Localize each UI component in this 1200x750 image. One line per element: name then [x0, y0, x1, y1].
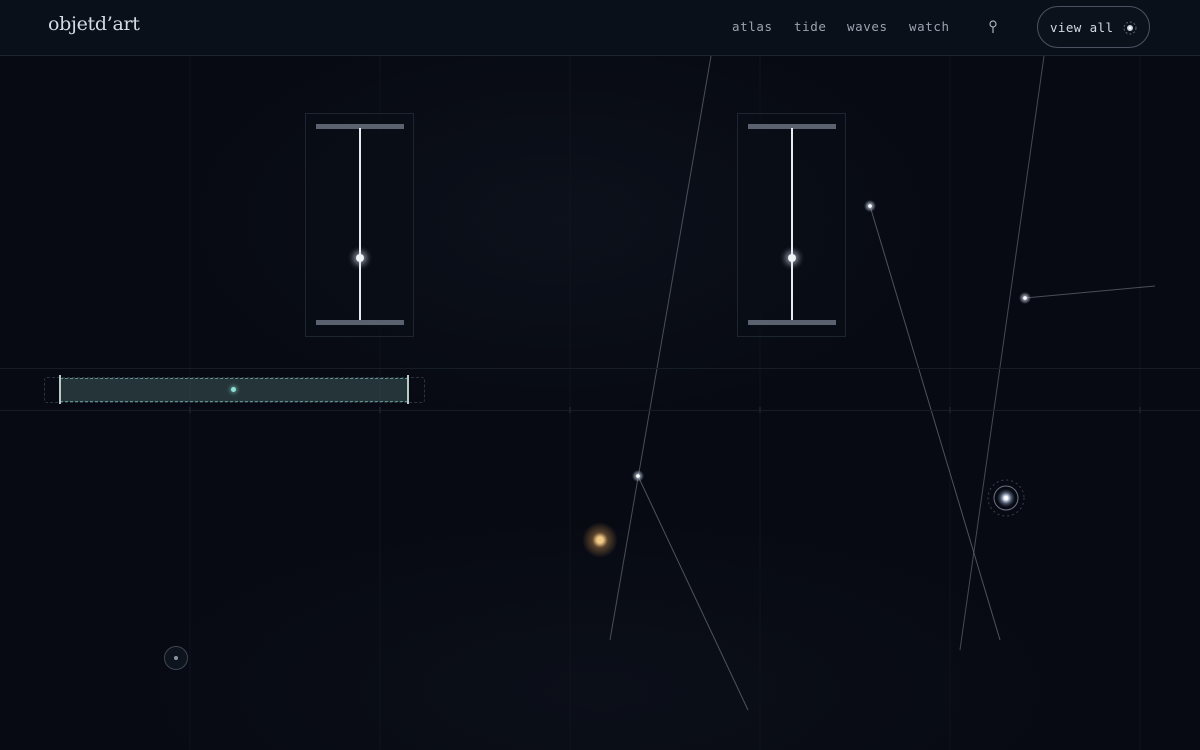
light-streak: [1024, 285, 1156, 299]
gauge-knob[interactable]: [356, 254, 364, 262]
page: objetd’art atlas tide waves watch view a…: [0, 0, 1200, 750]
light-streak: [637, 475, 749, 711]
view-all-button[interactable]: view all: [1037, 6, 1150, 48]
logo[interactable]: objetd’art: [48, 13, 140, 35]
band-bottom-line: [0, 410, 1200, 411]
sparkle-orb-icon: [1123, 21, 1137, 35]
location-pin-icon[interactable]: [987, 19, 999, 35]
nav-tide[interactable]: tide: [794, 19, 827, 34]
star-node-core: [868, 204, 872, 208]
range-end-handle[interactable]: [407, 375, 409, 404]
band-top-line: [0, 368, 1200, 369]
star-node-core: [1023, 296, 1027, 300]
nav-atlas[interactable]: atlas: [732, 19, 773, 34]
nav-waves[interactable]: waves: [847, 19, 888, 34]
gauge-bottom-cap: [316, 320, 404, 325]
gauge-bottom-cap: [748, 320, 836, 325]
gauge-right[interactable]: [737, 113, 846, 337]
gauge-knob[interactable]: [788, 254, 796, 262]
warm-light-marker[interactable]: [582, 522, 618, 558]
orb-marker-icon[interactable]: [986, 478, 1026, 518]
light-streak: [609, 55, 712, 641]
gauge-stem: [359, 128, 361, 324]
star-node-core: [636, 474, 640, 478]
range-center-dot: [231, 387, 236, 392]
light-streak: [959, 55, 1045, 651]
top-bar: objetd’art atlas tide waves watch view a…: [0, 0, 1200, 56]
gauge-stem: [791, 128, 793, 324]
light-streak: [869, 205, 1001, 641]
ring-marker[interactable]: [164, 646, 188, 670]
gauge-left[interactable]: [305, 113, 414, 337]
range-start-handle[interactable]: [59, 375, 61, 404]
scene-canvas: [189, 55, 1156, 750]
view-all-label: view all: [1050, 20, 1114, 35]
nav-watch[interactable]: watch: [909, 19, 950, 34]
